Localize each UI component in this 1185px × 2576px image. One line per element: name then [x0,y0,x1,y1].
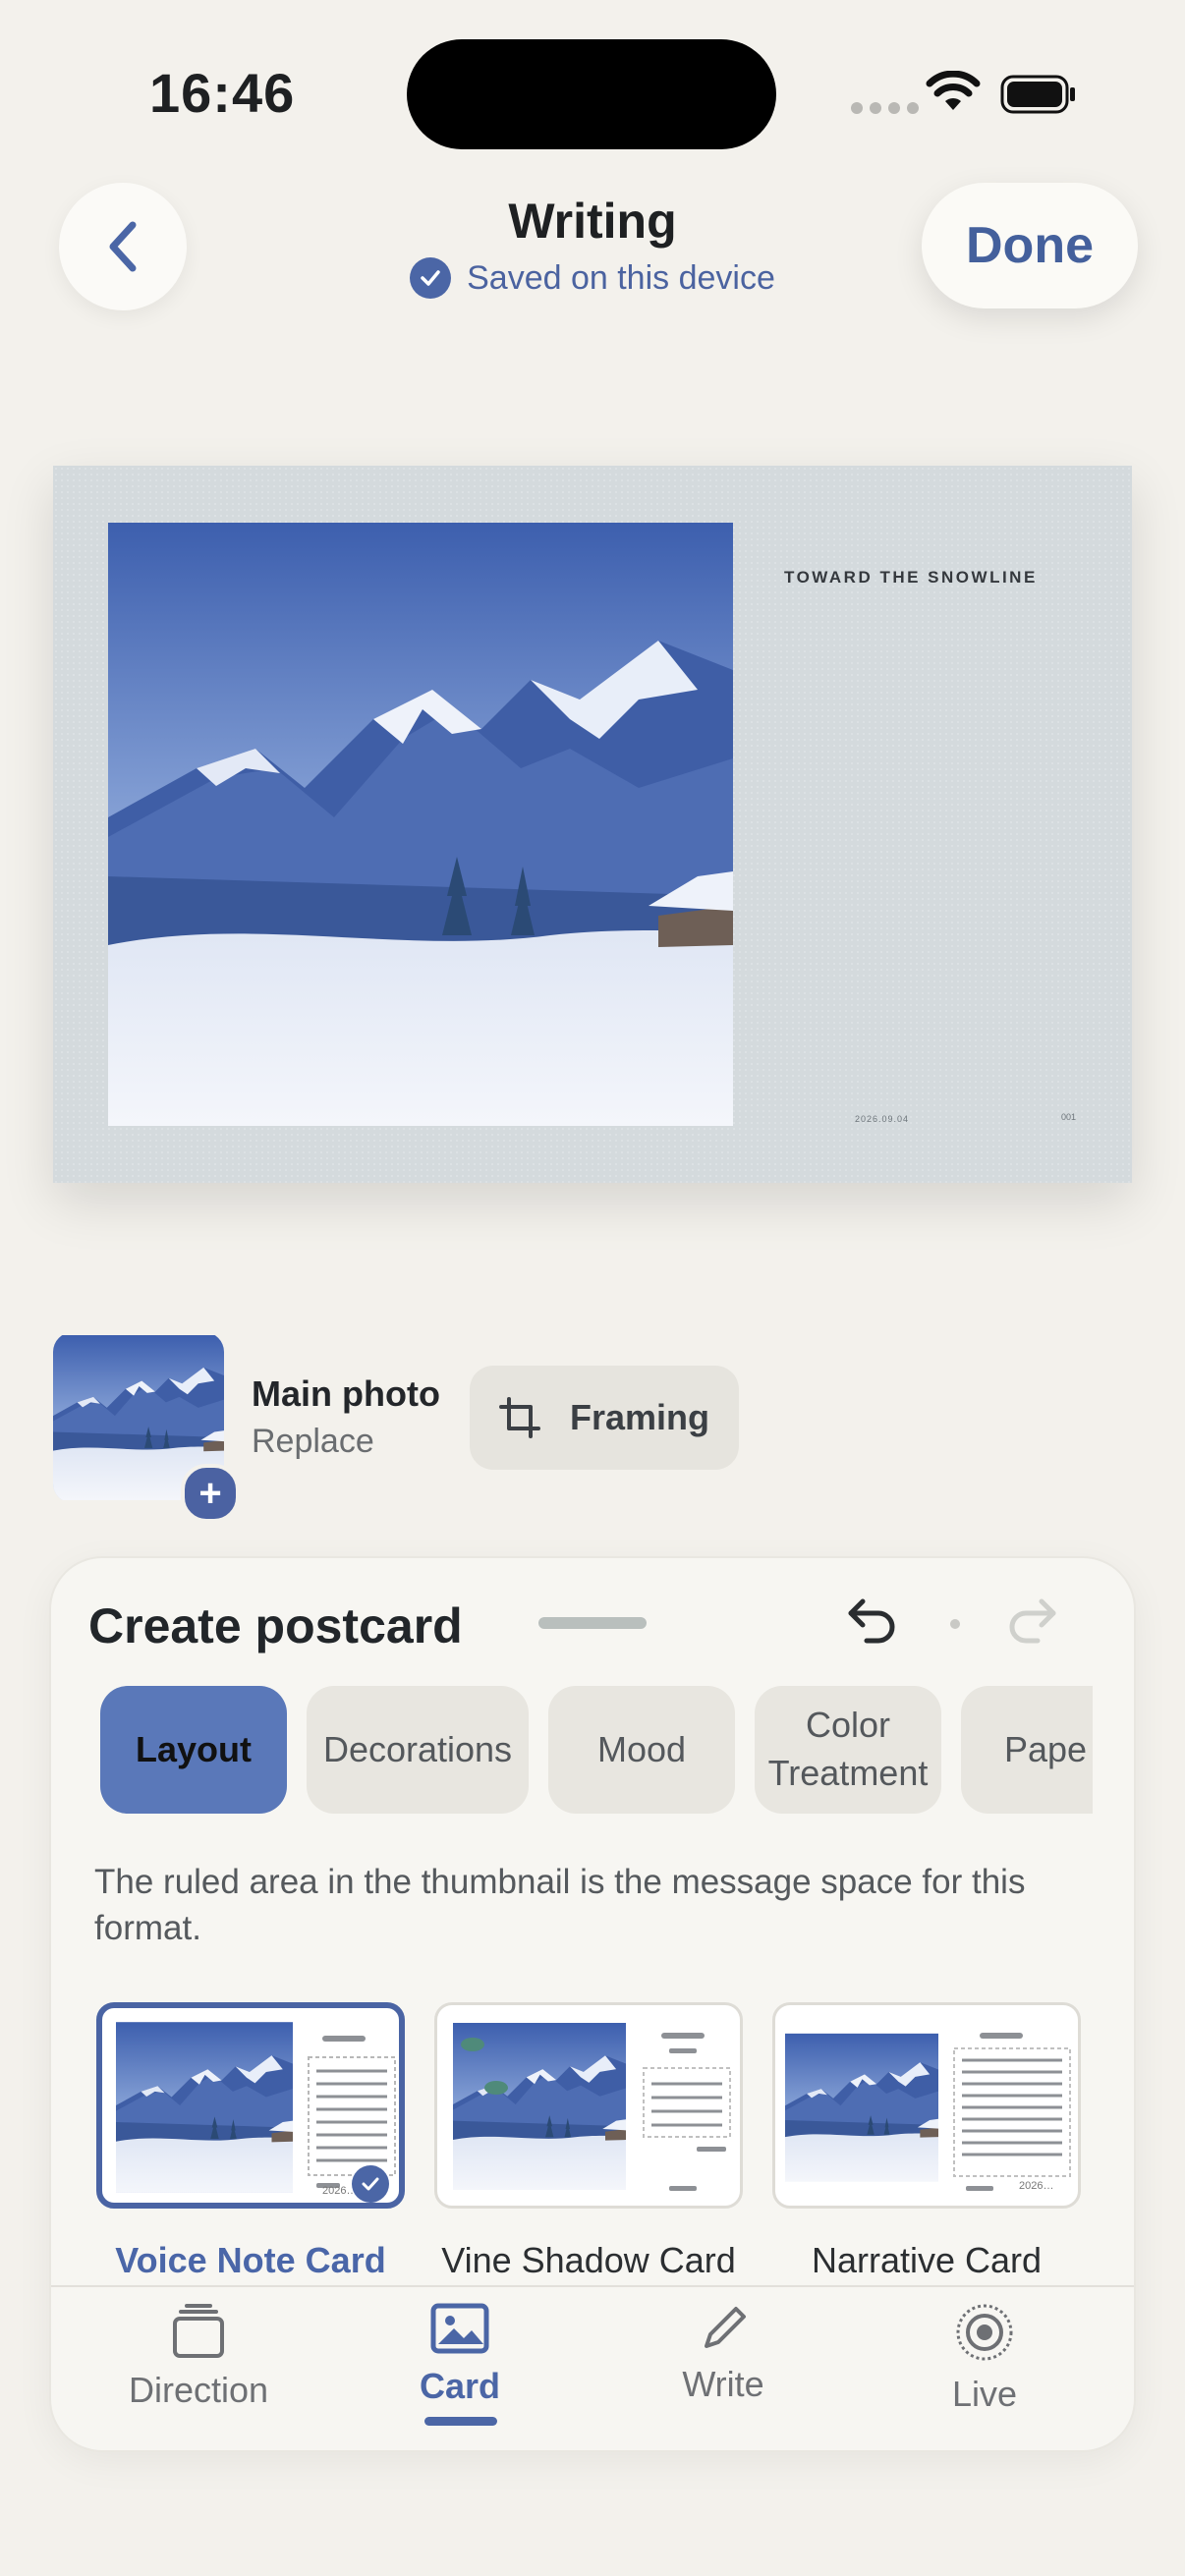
redo-icon[interactable] [1004,1596,1059,1647]
dynamic-island [407,39,776,149]
create-postcard-panel: Create postcard Layout Decorations Mood … [51,1558,1134,2450]
panel-title: Create postcard [88,1598,463,1653]
history-separator [950,1619,960,1629]
layout-option-narrative[interactable]: 2026… [772,2002,1081,2209]
postcard-heading: TOWARD THE SNOWLINE [784,568,1038,587]
nav-write[interactable]: Write [625,2303,821,2405]
layout-thumb-date: 2026… [1019,2180,1054,2192]
nav-live-label: Live [951,2374,1018,2414]
layout-description: The ruled area in the thumbnail is the m… [94,1863,1026,1947]
tab-decorations[interactable]: Decorations [307,1686,529,1814]
crop-icon [499,1397,540,1438]
layout-thumb-photo [116,2022,293,2193]
framing-label: Framing [570,1397,710,1437]
status-time: 16:46 [149,62,296,124]
tab-mood[interactable]: Mood [548,1686,735,1814]
nav-card[interactable]: Card [362,2303,558,2407]
postcard-date: 2026.09.04 [855,1114,910,1124]
postcard-number: 001 [1061,1112,1077,1122]
save-status-text: Saved on this device [467,258,775,297]
option-tabs: Layout Decorations Mood Color Treatment … [100,1686,1093,1818]
framing-button[interactable]: Framing [470,1366,739,1470]
vine-leaf-icon [461,2038,508,2095]
ruled-message-area [643,2033,731,2191]
tab-paper[interactable]: Pape [961,1686,1093,1814]
nav-card-label: Card [419,2366,501,2406]
active-tab-indicator [424,2417,497,2426]
ruled-message-area [308,2036,396,2188]
pencil-icon [705,2307,746,2348]
layout-label-voice-note[interactable]: Voice Note Card [96,2240,405,2281]
replace-photo-link[interactable]: Replace [252,1423,374,1461]
layout-option-vine-shadow[interactable] [434,2002,743,2209]
broadcast-icon [956,2304,1013,2361]
postcard-preview[interactable]: TOWARD THE SNOWLINE 2026.09.04 001 [53,466,1132,1183]
checkmark-icon [410,257,452,299]
main-photo-label: Main photo [252,1373,440,1414]
postcard-photo [108,523,733,1126]
add-photo-icon[interactable]: + [181,1464,240,1523]
nav-direction-label: Direction [128,2370,269,2410]
tab-layout[interactable]: Layout [100,1686,287,1814]
stack-icon [173,2304,224,2358]
layout-option-voice-note[interactable]: 2026… [96,2002,405,2209]
layout-label-vine-shadow[interactable]: Vine Shadow Card [434,2240,743,2281]
layout-thumb-photo [785,2019,938,2196]
photo-icon [430,2303,489,2354]
sheet-grabber[interactable] [538,1617,647,1629]
cellular-signal-icon [851,102,919,114]
nav-live[interactable]: Live [886,2303,1083,2415]
tab-color-treatment[interactable]: Color Treatment [755,1686,941,1814]
nav-direction[interactable]: Direction [100,2303,297,2411]
layout-label-narrative[interactable]: Narrative Card [772,2240,1081,2281]
battery-icon [1000,75,1075,114]
wifi-icon [926,71,981,110]
nav-write-label: Write [682,2364,764,2404]
ruled-message-area [953,2033,1071,2191]
done-button[interactable]: Done [922,183,1138,308]
undo-icon[interactable] [845,1596,900,1647]
nav-divider [51,2285,1134,2287]
selected-check-icon [352,2165,389,2203]
